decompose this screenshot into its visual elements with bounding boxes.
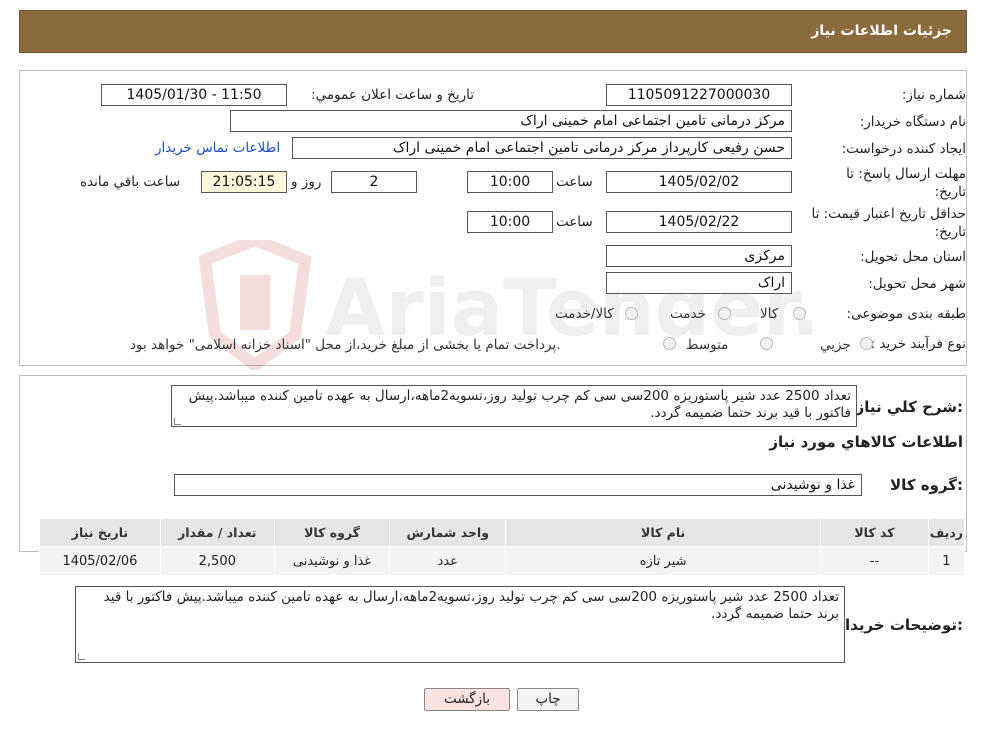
price-validity-label: حداقل تاريخ اعتبار قيمت: تا تاريخ: — [811, 206, 966, 240]
goods-group-label: گروه کالا: — [890, 476, 963, 494]
cell-row-number: 1 — [927, 546, 966, 576]
price-validity-time-label: ساعت — [556, 214, 593, 230]
reply-deadline-date-field[interactable]: 1405/02/02 — [606, 171, 792, 193]
description-textarea[interactable]: تعداد 2500 عدد شیر پاستوریزه 200سی سی کم… — [171, 385, 857, 427]
cell-goods-name: شیر تازه — [505, 546, 822, 576]
col-quantity: تعداد / مقدار — [159, 518, 275, 547]
reply-deadline-time-label: ساعت — [556, 174, 593, 190]
cell-need-date: 1405/02/06 — [39, 546, 161, 576]
buyer-org-label: نام دستگاه خريدار: — [859, 114, 966, 130]
back-button[interactable]: بازگشت — [424, 688, 510, 711]
page-title: جزئیات اطلاعات نیاز — [811, 23, 952, 39]
requester-label: ايجاد کننده درخواست: — [841, 141, 966, 157]
page-header: جزئیات اطلاعات نیاز — [19, 10, 967, 53]
purchase-medium-radio[interactable] — [760, 337, 773, 350]
table-row[interactable]: 1 -- شیر تازه عدد غذا و نوشیدنی 2,500 14… — [39, 546, 966, 576]
resize-grip-icon[interactable] — [78, 653, 85, 660]
print-button[interactable]: چاپ — [517, 688, 579, 711]
goods-table: رديف کد کالا نام کالا واحد شمارش گروه کا… — [39, 518, 966, 576]
category-goods-service-label: کالا/خدمت — [555, 306, 614, 322]
remaining-time-label: ساعت باقي مانده — [80, 174, 181, 190]
col-unit: واحد شمارش — [389, 518, 507, 547]
category-service-radio[interactable] — [718, 307, 731, 320]
province-field[interactable]: مرکزی — [606, 245, 792, 267]
buyer-notes-textarea[interactable]: تعداد 2500 عدد شیر پاستوریزه 200سی سی کم… — [75, 586, 845, 663]
announce-datetime-field[interactable]: 1405/01/30 - 11:50 — [101, 84, 287, 106]
announce-datetime-label: تاریخ و ساعت اعلان عمومي: — [311, 87, 474, 103]
category-goods-service-radio[interactable] — [625, 307, 638, 320]
purchase-minor-radio[interactable] — [860, 337, 873, 350]
buyer-notes-text: تعداد 2500 عدد شیر پاستوریزه 200سی سی کم… — [103, 589, 839, 622]
province-label: استان محل تحويل: — [860, 249, 966, 265]
purchase-medium-label: متوسط — [686, 337, 729, 353]
need-number-label: شماره نیاز: — [901, 87, 966, 103]
category-label: طبقه بندی موضوعی: — [846, 306, 966, 322]
cell-unit: عدد — [389, 546, 507, 576]
requester-field[interactable]: حسن رفیعی کارپرداز مرکز درمانی تامین اجت… — [292, 137, 792, 159]
remaining-time-field: 21:05:15 — [201, 171, 287, 193]
goods-group-field[interactable]: غذا و نوشیدنی — [174, 474, 862, 496]
buyer-org-field[interactable]: مرکز درمانی تامین اجتماعی امام خمینی ارا… — [230, 110, 792, 132]
treasury-note: پرداخت تمام يا بخشی از مبلغ خريد،از محل … — [130, 337, 561, 353]
days-label: روز و — [291, 174, 322, 190]
purchase-minor-label: جزيي — [820, 337, 851, 353]
category-goods-label: کالا — [760, 306, 779, 322]
reply-deadline-days-field[interactable]: 2 — [331, 171, 417, 193]
buyer-notes-label: توضيحات خريدار: — [836, 616, 963, 634]
city-field[interactable]: اراک — [606, 272, 792, 294]
treasury-checkbox[interactable] — [663, 337, 676, 350]
resize-grip-icon[interactable] — [174, 418, 181, 425]
category-service-label: خدمت — [670, 306, 706, 322]
goods-section-title: اطلاعات کالاهاي مورد نياز — [769, 433, 963, 451]
cell-quantity: 2,500 — [159, 546, 275, 576]
category-goods-radio[interactable] — [793, 307, 806, 320]
price-validity-time-field[interactable]: 10:00 — [467, 211, 553, 233]
buyer-contact-link[interactable]: اطلاعات تماس خريدار — [155, 140, 280, 156]
cell-goods-group: غذا و نوشیدنی — [273, 546, 391, 576]
reply-deadline-time-field[interactable]: 10:00 — [467, 171, 553, 193]
purchase-type-label: نوع فرآيند خريد : — [870, 336, 966, 352]
col-goods-name: نام کالا — [505, 518, 822, 547]
col-row-number: رديف — [927, 518, 966, 547]
reply-deadline-label: مهلت ارسال پاسخ: تا تاريخ: — [846, 166, 966, 200]
cell-goods-code: -- — [820, 546, 929, 576]
col-need-date: تاريخ نياز — [39, 518, 161, 547]
city-label: شهر محل تحويل: — [868, 276, 966, 292]
goods-table-wrapper: رديف کد کالا نام کالا واحد شمارش گروه کا… — [39, 518, 966, 576]
col-goods-group: گروه کالا — [273, 518, 391, 547]
price-validity-date-field[interactable]: 1405/02/22 — [606, 211, 792, 233]
goods-table-header-row: رديف کد کالا نام کالا واحد شمارش گروه کا… — [39, 518, 966, 547]
need-number-field[interactable]: 1105091227000030 — [606, 84, 792, 106]
description-text: تعداد 2500 عدد شیر پاستوریزه 200سی سی کم… — [188, 388, 851, 421]
col-goods-code: کد کالا — [820, 518, 929, 547]
description-label: شرح کلي نياز: — [855, 398, 963, 416]
